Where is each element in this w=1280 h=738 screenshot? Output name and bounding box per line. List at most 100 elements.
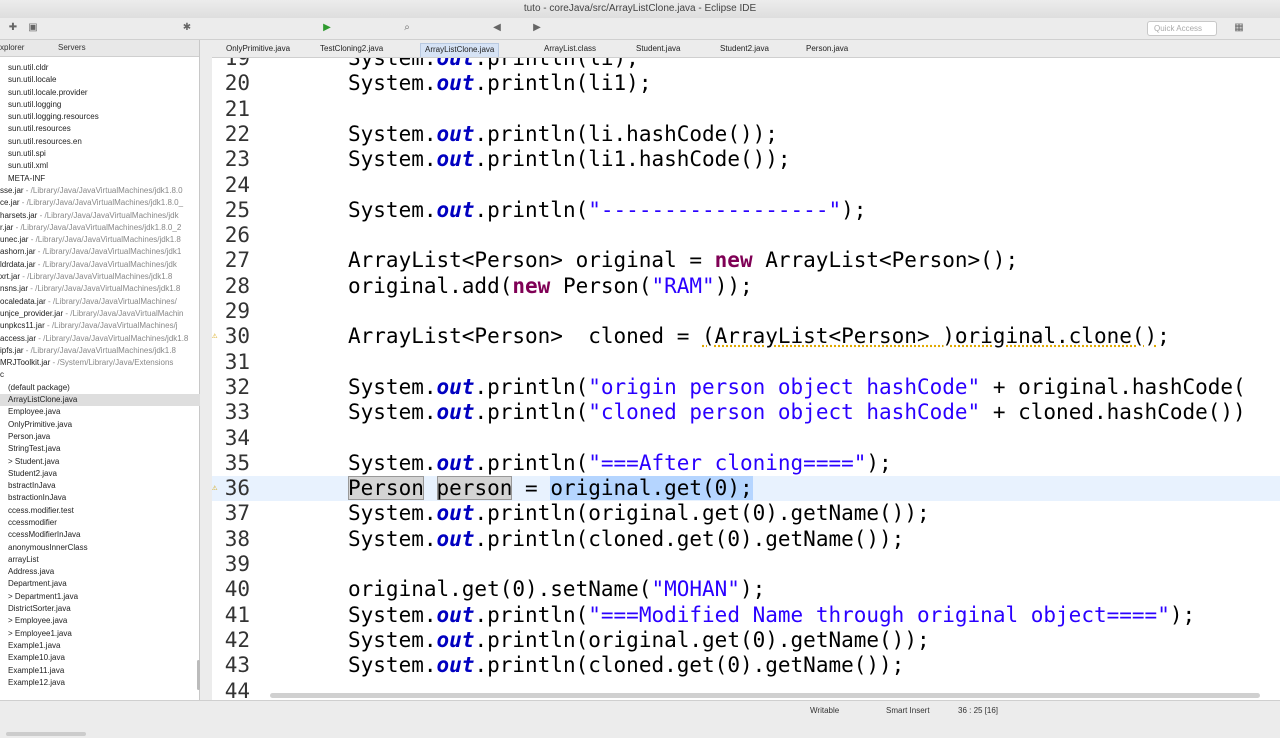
tree-item[interactable]: Employee.java (0, 406, 200, 418)
code-line[interactable]: 28 original.add(new Person("RAM")); (212, 274, 1280, 299)
code-line[interactable]: 37 System.out.println(original.get(0).get… (212, 501, 1280, 526)
tree-item[interactable]: ashorn.jar - /Library/Java/JavaVirtualMa… (0, 246, 200, 258)
code-line[interactable]: 42 System.out.println(original.get(0).get… (212, 628, 1280, 653)
tree-item[interactable]: harsets.jar - /Library/Java/JavaVirtualM… (0, 210, 200, 222)
tree-item[interactable]: > Department1.java (0, 591, 200, 603)
code-line[interactable]: 40 original.get(0).setName("MOHAN"); (212, 577, 1280, 602)
new-icon[interactable]: ✚ (6, 21, 20, 35)
debug-icon[interactable]: ✱ (180, 21, 194, 35)
editor-tab[interactable]: OnlyPrimitive.java (222, 43, 294, 57)
tree-item[interactable]: StringTest.java (0, 443, 200, 455)
tree-item[interactable]: c (0, 369, 200, 381)
perspective-icon[interactable]: ▦ (1232, 21, 1246, 35)
tree-item[interactable]: Example1.java (0, 640, 200, 652)
code-line[interactable]: 26 (212, 223, 1280, 248)
tab-explorer[interactable]: xplorer (0, 43, 24, 52)
editor-tab[interactable]: TestCloning2.java (316, 43, 387, 57)
tree-item[interactable]: ce.jar - /Library/Java/JavaVirtualMachin… (0, 197, 200, 209)
tree-item[interactable]: Example12.java (0, 677, 200, 689)
editor-tab[interactable]: Student.java (632, 43, 684, 57)
sidebar-scrollbar[interactable] (197, 660, 200, 690)
tree-item[interactable]: ArrayListClone.java (0, 394, 200, 407)
code-editor[interactable]: 19 System.out.println(li); 20 System.out.pr… (212, 58, 1280, 700)
tree-item[interactable]: ccessModifierInJava (0, 529, 200, 541)
code-line[interactable]: 39 (212, 552, 1280, 577)
tree-item[interactable]: access.jar - /Library/Java/JavaVirtualMa… (0, 333, 200, 345)
tree-item[interactable]: sun.util.logging (0, 99, 200, 111)
back-icon[interactable]: ◀ (490, 21, 504, 35)
tree-item[interactable]: Address.java (0, 566, 200, 578)
tree-item[interactable]: sun.util.locale (0, 74, 200, 86)
tree-item[interactable]: sun.util.resources.en (0, 136, 200, 148)
tree-item[interactable]: sun.util.spi (0, 148, 200, 160)
search-icon[interactable]: ⌕ (400, 21, 414, 35)
tree-item[interactable]: ccessmodifier (0, 517, 200, 529)
run-icon[interactable]: ▶ (320, 21, 334, 35)
tree-item[interactable]: sun.util.logging.resources (0, 111, 200, 123)
tree-item[interactable]: r.jar - /Library/Java/JavaVirtualMachine… (0, 222, 200, 234)
tree-item[interactable]: > Student.java (0, 456, 200, 468)
warning-icon[interactable]: ⚠ (212, 482, 220, 494)
tree-item[interactable]: ccess.modifier.test (0, 505, 200, 517)
code-line[interactable]: 34 (212, 426, 1280, 451)
code-line[interactable]: 36 ⚠ Person person = original.get(0); (212, 476, 1280, 502)
editor-tab[interactable]: ArrayListClone.java (420, 43, 500, 57)
code-line[interactable]: 21 (212, 97, 1280, 122)
warning-icon[interactable]: ⚠ (212, 330, 220, 342)
tree-item[interactable]: Person.java (0, 431, 200, 443)
code-line[interactable]: 43 System.out.println(cloned.get(0).getNa… (212, 653, 1280, 678)
code-line[interactable]: 20 System.out.println(li1); (212, 71, 1280, 96)
code-line[interactable]: 32 System.out.println("origin person obje… (212, 375, 1280, 400)
tree-item[interactable]: ipfs.jar - /Library/Java/JavaVirtualMach… (0, 345, 200, 357)
code-line[interactable]: 22 System.out.println(li.hashCode()); (212, 122, 1280, 147)
tree-item[interactable]: bstractionInJava (0, 492, 200, 504)
tree-item[interactable]: ocaledata.jar - /Library/Java/JavaVirtua… (0, 296, 200, 308)
tree-item[interactable]: DistrictSorter.java (0, 603, 200, 615)
tree-item[interactable]: sun.util.cldr (0, 62, 200, 74)
code-line[interactable]: 25 System.out.println("------------------… (212, 198, 1280, 223)
code-line[interactable]: 29 (212, 299, 1280, 324)
code-line[interactable]: 19 System.out.println(li); (212, 58, 1280, 71)
forward-icon[interactable]: ▶ (530, 21, 544, 35)
tree-item[interactable]: META-INF (0, 173, 200, 185)
tree-item[interactable]: sse.jar - /Library/Java/JavaVirtualMachi… (0, 185, 200, 197)
tree-item[interactable]: unec.jar - /Library/Java/JavaVirtualMach… (0, 234, 200, 246)
code-line[interactable]: 41 System.out.println("===Modified Name t… (212, 603, 1280, 628)
tree-item[interactable]: (default package) (0, 382, 200, 394)
tree-item[interactable]: anonymousInnerClass (0, 542, 200, 554)
tree-item[interactable]: ldrdata.jar - /Library/Java/JavaVirtualM… (0, 259, 200, 271)
tree-item[interactable]: Example11.java (0, 665, 200, 677)
editor-tab[interactable]: Person.java (802, 43, 852, 57)
tree-item[interactable]: > Employee.java (0, 615, 200, 627)
save-icon[interactable]: ▣ (26, 21, 40, 35)
tree-item[interactable]: arrayList (0, 554, 200, 566)
tab-servers[interactable]: Servers (58, 43, 86, 52)
tree-item[interactable]: Department.java (0, 578, 200, 590)
code-line[interactable]: 35 System.out.println("===After cloning==… (212, 451, 1280, 476)
sidebar-hscroll[interactable] (0, 730, 200, 738)
tree-item[interactable]: sun.util.xml (0, 160, 200, 172)
tree-item[interactable]: nsns.jar - /Library/Java/JavaVirtualMach… (0, 283, 200, 295)
code-line[interactable]: 27 ArrayList<Person> original = new Array… (212, 248, 1280, 273)
tree-item[interactable]: MRJToolkit.jar - /System/Library/Java/Ex… (0, 357, 200, 369)
code-line[interactable]: 31 (212, 350, 1280, 375)
code-line[interactable]: 38 System.out.println(cloned.get(0).getNa… (212, 527, 1280, 552)
code-line[interactable]: 23 System.out.println(li1.hashCode()); (212, 147, 1280, 172)
quick-access-input[interactable]: Quick Access (1147, 21, 1217, 36)
tree-item[interactable]: bstractInJava (0, 480, 200, 492)
tree-item[interactable]: unpkcs11.jar - /Library/Java/JavaVirtual… (0, 320, 200, 332)
editor-tab[interactable]: ArrayList.class (540, 43, 600, 57)
code-line[interactable]: 33 System.out.println("cloned person obje… (212, 400, 1280, 425)
code-line[interactable]: 30 ⚠ ArrayList<Person> cloned = (ArrayList… (212, 324, 1280, 349)
tree-item[interactable]: sun.util.resources (0, 123, 200, 135)
tree-item[interactable]: > Employee1.java (0, 628, 200, 640)
editor-tab[interactable]: Student2.java (716, 43, 773, 57)
tree-item[interactable]: xrt.jar - /Library/Java/JavaVirtualMachi… (0, 271, 200, 283)
tree-item[interactable]: Example10.java (0, 652, 200, 664)
tree-item[interactable]: unjce_provider.jar - /Library/Java/JavaV… (0, 308, 200, 320)
tree-item[interactable]: OnlyPrimitive.java (0, 419, 200, 431)
editor-hscroll[interactable] (270, 691, 1260, 699)
tree-item[interactable]: sun.util.locale.provider (0, 87, 200, 99)
code-line[interactable]: 24 (212, 173, 1280, 198)
tree-item[interactable]: Student2.java (0, 468, 200, 480)
